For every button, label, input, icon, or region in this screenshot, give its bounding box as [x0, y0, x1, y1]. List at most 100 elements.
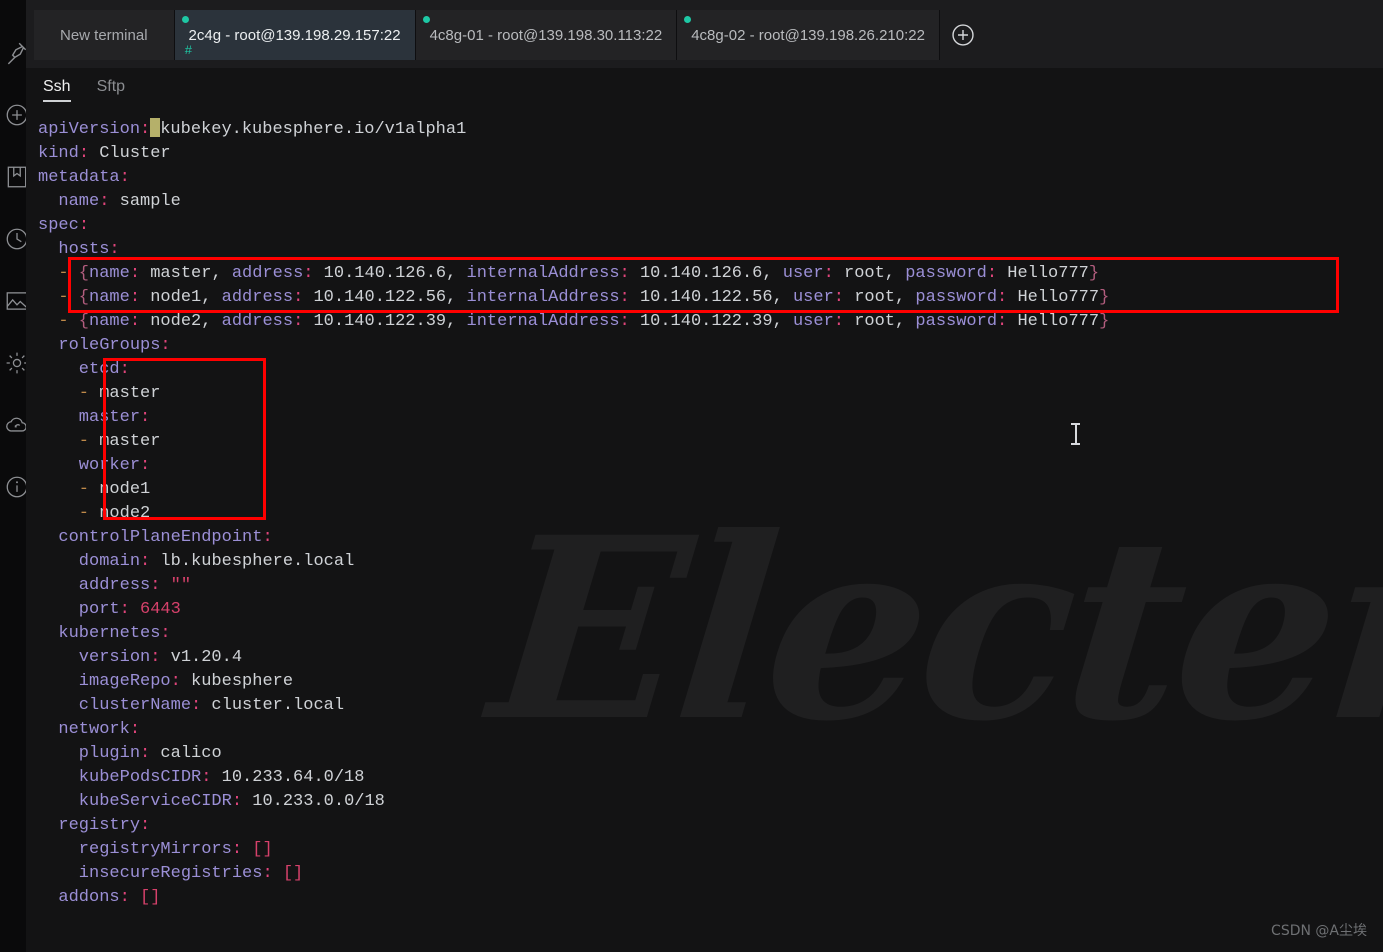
terminal-token: :: [619, 288, 630, 307]
terminal-token: clusterName: [38, 696, 192, 715]
terminal-token: :: [140, 120, 151, 139]
terminal-token: Cluster: [89, 144, 171, 163]
terminal-token: master: [89, 432, 161, 451]
terminal-token: calico: [150, 744, 222, 763]
terminal-token: controlPlaneEndpoint: [38, 528, 263, 547]
history-clock-icon[interactable]: [0, 208, 28, 270]
terminal-token: :: [833, 312, 844, 331]
terminal-token: :: [619, 264, 630, 283]
terminal-tab-bar: New terminal 2c4g - root@139.198.29.157:…: [26, 0, 1383, 68]
tab-sftp[interactable]: Sftp: [97, 78, 125, 101]
terminal-token: :: [119, 888, 130, 907]
terminal-token: addons: [38, 888, 120, 907]
terminal-line: registryMirrors: []: [38, 838, 1109, 862]
terminal-line: apiVersion: kubekey.kubesphere.io/v1alpha…: [38, 118, 1109, 142]
tab-status-dot: [684, 16, 692, 23]
terminal-token: master: [89, 384, 161, 403]
terminal-line: insecureRegistries: []: [38, 862, 1109, 886]
terminal-token: -: [38, 264, 69, 283]
terminal-token: {: [68, 264, 90, 283]
terminal-token: version: [38, 648, 151, 667]
terminal-token: 10.140.122.56,: [629, 288, 793, 307]
tab-4c8g-01[interactable]: 4c8g-01 - root@139.198.30.113:22: [415, 10, 678, 60]
terminal-line: master:: [38, 406, 1109, 430]
tab-new-terminal[interactable]: New terminal: [34, 10, 175, 60]
terminal-line: - {name: node2, address: 10.140.122.39, …: [38, 310, 1109, 334]
terminal-token: address: [221, 312, 294, 331]
terminal-token: :: [119, 600, 130, 619]
terminal-token: cluster.local: [201, 696, 345, 715]
terminal-token: :: [119, 168, 130, 187]
terminal-line: - {name: node1, address: 10.140.122.56, …: [38, 286, 1109, 310]
terminal-token: kubeServiceCIDR: [38, 792, 232, 811]
terminal-token: -: [38, 384, 90, 403]
terminal-line: controlPlaneEndpoint:: [38, 526, 1109, 550]
terminal-token: insecureRegistries: [38, 864, 263, 883]
terminal-token: 10.140.122.39,: [629, 312, 793, 331]
terminal-line: etcd:: [38, 358, 1109, 382]
tab-list: New terminal 2c4g - root@139.198.29.157:…: [34, 10, 986, 60]
terminal-token: 10.140.122.56,: [303, 288, 467, 307]
terminal-token: :: [150, 576, 161, 595]
tab-4c8g-02[interactable]: 4c8g-02 - root@139.198.26.210:22: [677, 10, 940, 60]
terminal-token: hosts: [38, 240, 110, 259]
terminal-token: v1.20.4: [160, 648, 243, 667]
terminal-token: []: [282, 864, 304, 883]
terminal-token: apiVersion: [38, 120, 141, 139]
terminal-line: name: sample: [38, 190, 1109, 214]
terminal-token: password: [915, 312, 998, 331]
terminal-token: user: [782, 264, 824, 283]
terminal-token: :: [191, 696, 202, 715]
csdn-watermark: CSDN @A尘埃: [1271, 923, 1367, 939]
terminal-token: name: [89, 312, 130, 331]
terminal-token: :: [99, 192, 110, 211]
terminal-body[interactable]: Electerm apiVersion: kubekey.kubesphere.i…: [26, 110, 1383, 952]
terminal-line: kubernetes:: [38, 622, 1109, 646]
terminal-token: :: [170, 672, 181, 691]
terminal-line: registry:: [38, 814, 1109, 838]
image-icon[interactable]: [0, 270, 28, 332]
terminal-token: node2,: [140, 312, 222, 331]
terminal-token: -: [38, 432, 90, 451]
terminal-token: name: [89, 288, 130, 307]
terminal-token: :: [129, 720, 141, 739]
terminal-token: address: [231, 264, 304, 283]
terminal-token: node2: [89, 504, 151, 523]
info-icon[interactable]: [0, 456, 28, 518]
cloud-sync-icon[interactable]: [0, 394, 27, 456]
terminal-token: kubePodsCIDR: [38, 768, 202, 787]
terminal-token: :: [823, 264, 834, 283]
terminal-token: 10.140.126.6,: [313, 264, 467, 283]
left-rail: [0, 0, 28, 952]
tab-2c4g[interactable]: 2c4g - root@139.198.29.157:22 #: [174, 10, 416, 60]
terminal-token: :: [303, 264, 314, 283]
bookmark-icon[interactable]: [0, 146, 27, 208]
terminal-token: root,: [844, 312, 916, 331]
terminal-token: Hello777: [997, 264, 1089, 283]
plus-circle-icon[interactable]: [0, 84, 28, 146]
terminal-token: password: [905, 264, 987, 283]
terminal-token: kubesphere: [180, 672, 294, 691]
terminal-token: }: [1099, 312, 1110, 331]
tab-ssh[interactable]: Ssh: [43, 78, 71, 102]
terminal-line: kubePodsCIDR: 10.233.64.0/18: [38, 766, 1109, 790]
terminal-token: :: [129, 264, 141, 283]
terminal-token: "": [170, 576, 192, 595]
terminal-token: 6443: [140, 600, 181, 619]
terminal-line: - {name: master, address: 10.140.126.6, …: [38, 262, 1109, 286]
terminal-token: -: [38, 288, 69, 307]
tab-status-dot: [181, 16, 189, 23]
terminal-token: internalAddress: [466, 288, 620, 307]
terminal-line: plugin: calico: [38, 742, 1109, 766]
terminal-token: :: [997, 312, 1008, 331]
terminal-line: port: 6443: [38, 598, 1109, 622]
terminal-token: port: [38, 600, 120, 619]
terminal-token: :: [160, 336, 171, 355]
add-tab-button[interactable]: [940, 10, 986, 60]
pin-icon[interactable]: [0, 22, 27, 84]
gear-icon[interactable]: [0, 332, 28, 394]
